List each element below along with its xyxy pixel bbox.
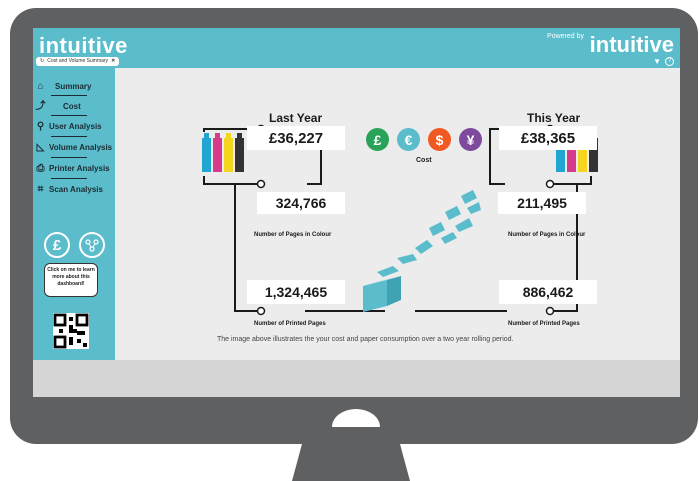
footnote: The image above illustrates the your cos… (217, 336, 514, 343)
this-year-printed-pages-value: 886,462 (499, 280, 597, 304)
this-year-cost-value: £38,365 (499, 126, 597, 150)
last-year-printed-caption: Number of Printed Pages (254, 321, 326, 327)
this-year-printed-caption: Number of Printed Pages (508, 321, 580, 327)
divider (51, 136, 87, 137)
sidebar-item-label: Cost (63, 101, 81, 111)
sidebar-item-label: Volume Analysis (49, 142, 113, 152)
users-button[interactable] (79, 232, 105, 258)
divider (51, 95, 87, 96)
brand-logo: intuitive (39, 33, 128, 58)
header-icons: ▼ ? (653, 57, 674, 66)
divider (51, 178, 87, 179)
powered-by-label: Powered by (547, 33, 584, 40)
help-bubble[interactable]: Click on me to learn more about this das… (44, 263, 98, 297)
this-year-colour-caption: Number of Pages in Colour (508, 232, 586, 238)
last-year-colour-pages-value: 324,766 (257, 192, 345, 214)
home-icon: ⌂ (37, 80, 44, 92)
sidebar: ⌂ Summary ⤴ Cost ⚲ User Analysis ◺ Volum… (33, 68, 115, 360)
screen-bottom-band (33, 360, 680, 397)
close-icon[interactable]: ✕ (111, 57, 115, 66)
volume-chart-icon: ◺ (36, 141, 45, 153)
pound-icon: £ (366, 128, 389, 151)
monitor-logo-icon (328, 409, 384, 433)
cost-label: Cost (416, 157, 432, 164)
pound-icon: £ (52, 236, 62, 254)
powered-by-logo: intuitive (589, 32, 674, 57)
filter-icon[interactable]: ▼ (653, 57, 661, 66)
users-network-icon (85, 239, 99, 252)
last-year-title: Last Year (269, 111, 323, 125)
divider (51, 157, 87, 158)
last-year-printed-pages-value: 1,324,465 (247, 280, 345, 304)
sidebar-item-summary[interactable]: ⌂ Summary (35, 79, 91, 93)
euro-icon: € (397, 128, 420, 151)
sidebar-item-printer-analysis[interactable]: ⎙ Printer Analysis (35, 161, 110, 175)
sidebar-item-volume-analysis[interactable]: ◺ Volume Analysis (35, 140, 113, 154)
tab-label: Cost and Volume Summary (47, 58, 109, 64)
tab-cost-volume-summary[interactable]: ↻ Cost and Volume Summary ✕ (36, 57, 120, 66)
sidebar-item-scan-analysis[interactable]: ⌗ Scan Analysis (35, 182, 103, 196)
ink-cartridges-left (202, 133, 244, 172)
qr-code[interactable] (53, 313, 89, 349)
connector-lines (202, 124, 598, 316)
refresh-icon: ↻ (40, 58, 45, 64)
currency-button[interactable]: £ (44, 232, 70, 258)
header-bar: intuitive Powered by intuitive ▼ ? ↻ Cos… (33, 28, 680, 68)
last-year-colour-caption: Number of Pages in Colour (254, 232, 332, 238)
trend-icon: ⤴ (35, 100, 46, 112)
this-year-title: This Year (527, 111, 581, 125)
user-search-icon: ⚲ (36, 120, 45, 132)
sidebar-item-label: Summary (55, 81, 92, 91)
help-icon[interactable]: ? (665, 57, 674, 66)
sidebar-item-label: User Analysis (49, 121, 102, 131)
dashboard-screen: intuitive Powered by intuitive ▼ ? ↻ Cos… (33, 28, 680, 397)
sidebar-item-label: Scan Analysis (49, 184, 103, 194)
last-year-cost-value: £36,227 (247, 126, 345, 150)
divider (51, 115, 87, 116)
printer-icon: ⎙ (36, 162, 45, 174)
sidebar-item-label: Printer Analysis (49, 163, 110, 173)
yen-icon: ¥ (459, 128, 482, 151)
sidebar-item-cost[interactable]: ⤴ Cost (35, 99, 81, 113)
dollar-icon: $ (428, 128, 451, 151)
main-content: Last Year £36,227 324,766 Number of Page… (115, 68, 680, 360)
paper-illustration (363, 190, 481, 312)
monitor-stand (292, 444, 410, 481)
sidebar-item-user-analysis[interactable]: ⚲ User Analysis (35, 119, 102, 133)
this-year-colour-pages-value: 211,495 (498, 192, 586, 214)
scan-icon: ⌗ (37, 183, 44, 195)
